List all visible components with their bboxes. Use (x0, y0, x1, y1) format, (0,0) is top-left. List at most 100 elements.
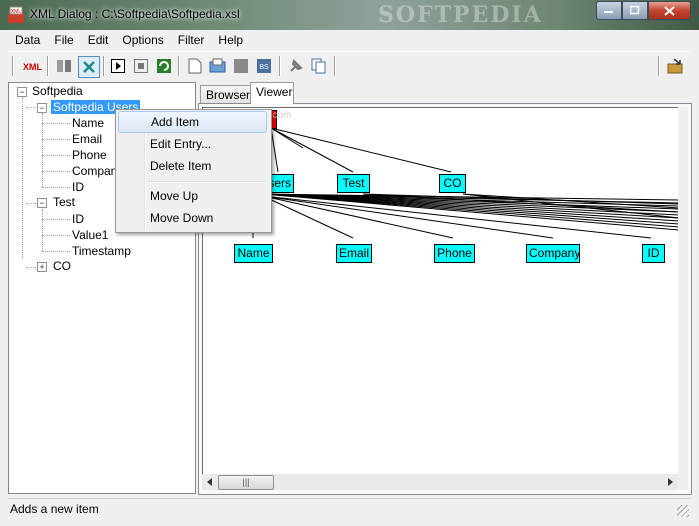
stop-icon (134, 59, 148, 73)
toolbar-separator (279, 56, 281, 76)
expander-plus-icon[interactable]: + (37, 262, 47, 272)
exit-button[interactable] (665, 56, 685, 76)
watermark-text: SOFTPEDIA (378, 2, 543, 28)
tree-node-timestamp[interactable]: Timestamp (72, 244, 131, 258)
maximize-icon (630, 6, 640, 15)
tree-line (42, 187, 70, 188)
toolbar: XML BS (8, 51, 691, 80)
stop-button[interactable] (131, 56, 151, 76)
menu-help[interactable]: Help (211, 30, 250, 50)
menu-bar: Data File Edit Options Filter Help (8, 30, 691, 50)
copy-icon (311, 58, 326, 74)
graph-edge (270, 127, 354, 173)
scroll-thumb[interactable]: ||| (218, 475, 274, 490)
new-file-button[interactable] (185, 56, 205, 76)
tree-line (42, 219, 70, 220)
graph-node-co[interactable]: CO (439, 174, 466, 193)
xml-button[interactable]: XML (22, 56, 42, 76)
menu-item-add-item[interactable]: Add Item (118, 111, 267, 133)
minimize-button[interactable] (596, 1, 622, 20)
tree-line (42, 113, 43, 187)
tree-line (42, 209, 43, 251)
expander-minus-icon[interactable]: − (37, 103, 47, 113)
toolbar-separator (47, 56, 49, 76)
graph-node-name[interactable]: Name (234, 244, 273, 263)
graph-canvas[interactable]: e Users Test CO Name Email Phone Company… (202, 107, 680, 475)
viewer-panel: e Users Test CO Name Email Phone Company… (198, 103, 692, 495)
app-xml-icon: XML (8, 6, 24, 23)
toolbar-separator (103, 56, 105, 76)
menu-item-delete-item[interactable]: Delete Item (118, 155, 267, 177)
bs-icon: BS (257, 59, 271, 73)
graph-edge (270, 127, 279, 173)
resize-grip-icon[interactable] (677, 505, 689, 517)
tree-node-email[interactable]: Email (72, 132, 102, 146)
new-file-icon (188, 58, 202, 74)
tree-node-name[interactable]: Name (72, 116, 104, 130)
maximize-button[interactable] (622, 1, 648, 20)
menu-edit[interactable]: Edit (81, 30, 116, 50)
tree-line (42, 123, 70, 124)
tree-node-co[interactable]: CO (53, 259, 71, 273)
delete-x-button[interactable] (78, 56, 100, 78)
close-button[interactable] (648, 1, 691, 20)
menu-item-edit-entry[interactable]: Edit Entry... (118, 133, 267, 155)
graph-node-email[interactable]: Email (336, 244, 372, 263)
exit-icon (667, 58, 683, 74)
menu-data[interactable]: Data (8, 30, 47, 50)
close-icon (664, 5, 675, 16)
tree-node-root[interactable]: Softpedia (32, 84, 83, 98)
run-button[interactable] (108, 56, 128, 76)
pin-button[interactable] (286, 56, 306, 76)
refresh-button[interactable] (154, 56, 174, 76)
expander-minus-icon[interactable]: − (17, 87, 27, 97)
context-menu: Add Item Edit Entry... Delete Item Move … (115, 109, 272, 233)
copy-button[interactable] (309, 56, 329, 76)
menu-item-move-down[interactable]: Move Down (118, 207, 267, 229)
menu-filter[interactable]: Filter (171, 30, 212, 50)
tab-browser[interactable]: Browser (200, 85, 251, 103)
toolbar-separator (178, 56, 180, 76)
scroll-left-icon[interactable] (202, 474, 218, 490)
refresh-icon (157, 59, 171, 73)
tree-line (26, 107, 36, 108)
gray-square-icon (234, 59, 248, 73)
columns-icon (57, 60, 71, 72)
open-folder-icon (209, 58, 226, 73)
status-bar: Adds a new item (8, 498, 691, 519)
graph-node-phone[interactable]: Phone (434, 244, 475, 263)
horizontal-scrollbar[interactable]: ||| (202, 474, 678, 490)
tree-node-test-id[interactable]: ID (72, 212, 84, 226)
open-folder-button[interactable] (208, 56, 228, 76)
graph-node-id[interactable]: ID (642, 244, 665, 263)
scroll-right-icon[interactable] (662, 474, 678, 490)
tree-node-phone[interactable]: Phone (72, 148, 107, 162)
graph-edge (270, 127, 304, 149)
columns-button[interactable] (54, 56, 74, 76)
tree-node-value1[interactable]: Value1 (72, 228, 108, 242)
minimize-icon (604, 10, 613, 13)
tree-line (42, 171, 70, 172)
tree-line (42, 155, 70, 156)
title-bar[interactable]: XML XML Dialog : C:\Softpedia\Softpedia.… (0, 0, 699, 30)
tree-node-id[interactable]: ID (72, 180, 84, 194)
tree-line (42, 139, 70, 140)
scrollbar-corner (678, 107, 688, 490)
gray-square-button[interactable] (231, 56, 251, 76)
svg-text:XML: XML (11, 9, 22, 15)
graph-node-company[interactable]: Company (526, 244, 580, 263)
tree-line (42, 235, 70, 236)
tab-viewer[interactable]: Viewer (250, 82, 294, 104)
graph-edge (270, 127, 452, 173)
menu-options[interactable]: Options (115, 30, 170, 50)
menu-item-move-up[interactable]: Move Up (118, 185, 267, 207)
svg-text:BS: BS (259, 64, 269, 71)
tree-node-test[interactable]: Test (53, 195, 75, 209)
tree-line (42, 251, 70, 252)
status-text: Adds a new item (10, 502, 99, 516)
graph-node-test[interactable]: Test (337, 174, 370, 193)
menu-file[interactable]: File (47, 30, 80, 50)
bs-button[interactable]: BS (254, 56, 274, 76)
tree-line (26, 203, 36, 204)
expander-minus-icon[interactable]: − (37, 198, 47, 208)
